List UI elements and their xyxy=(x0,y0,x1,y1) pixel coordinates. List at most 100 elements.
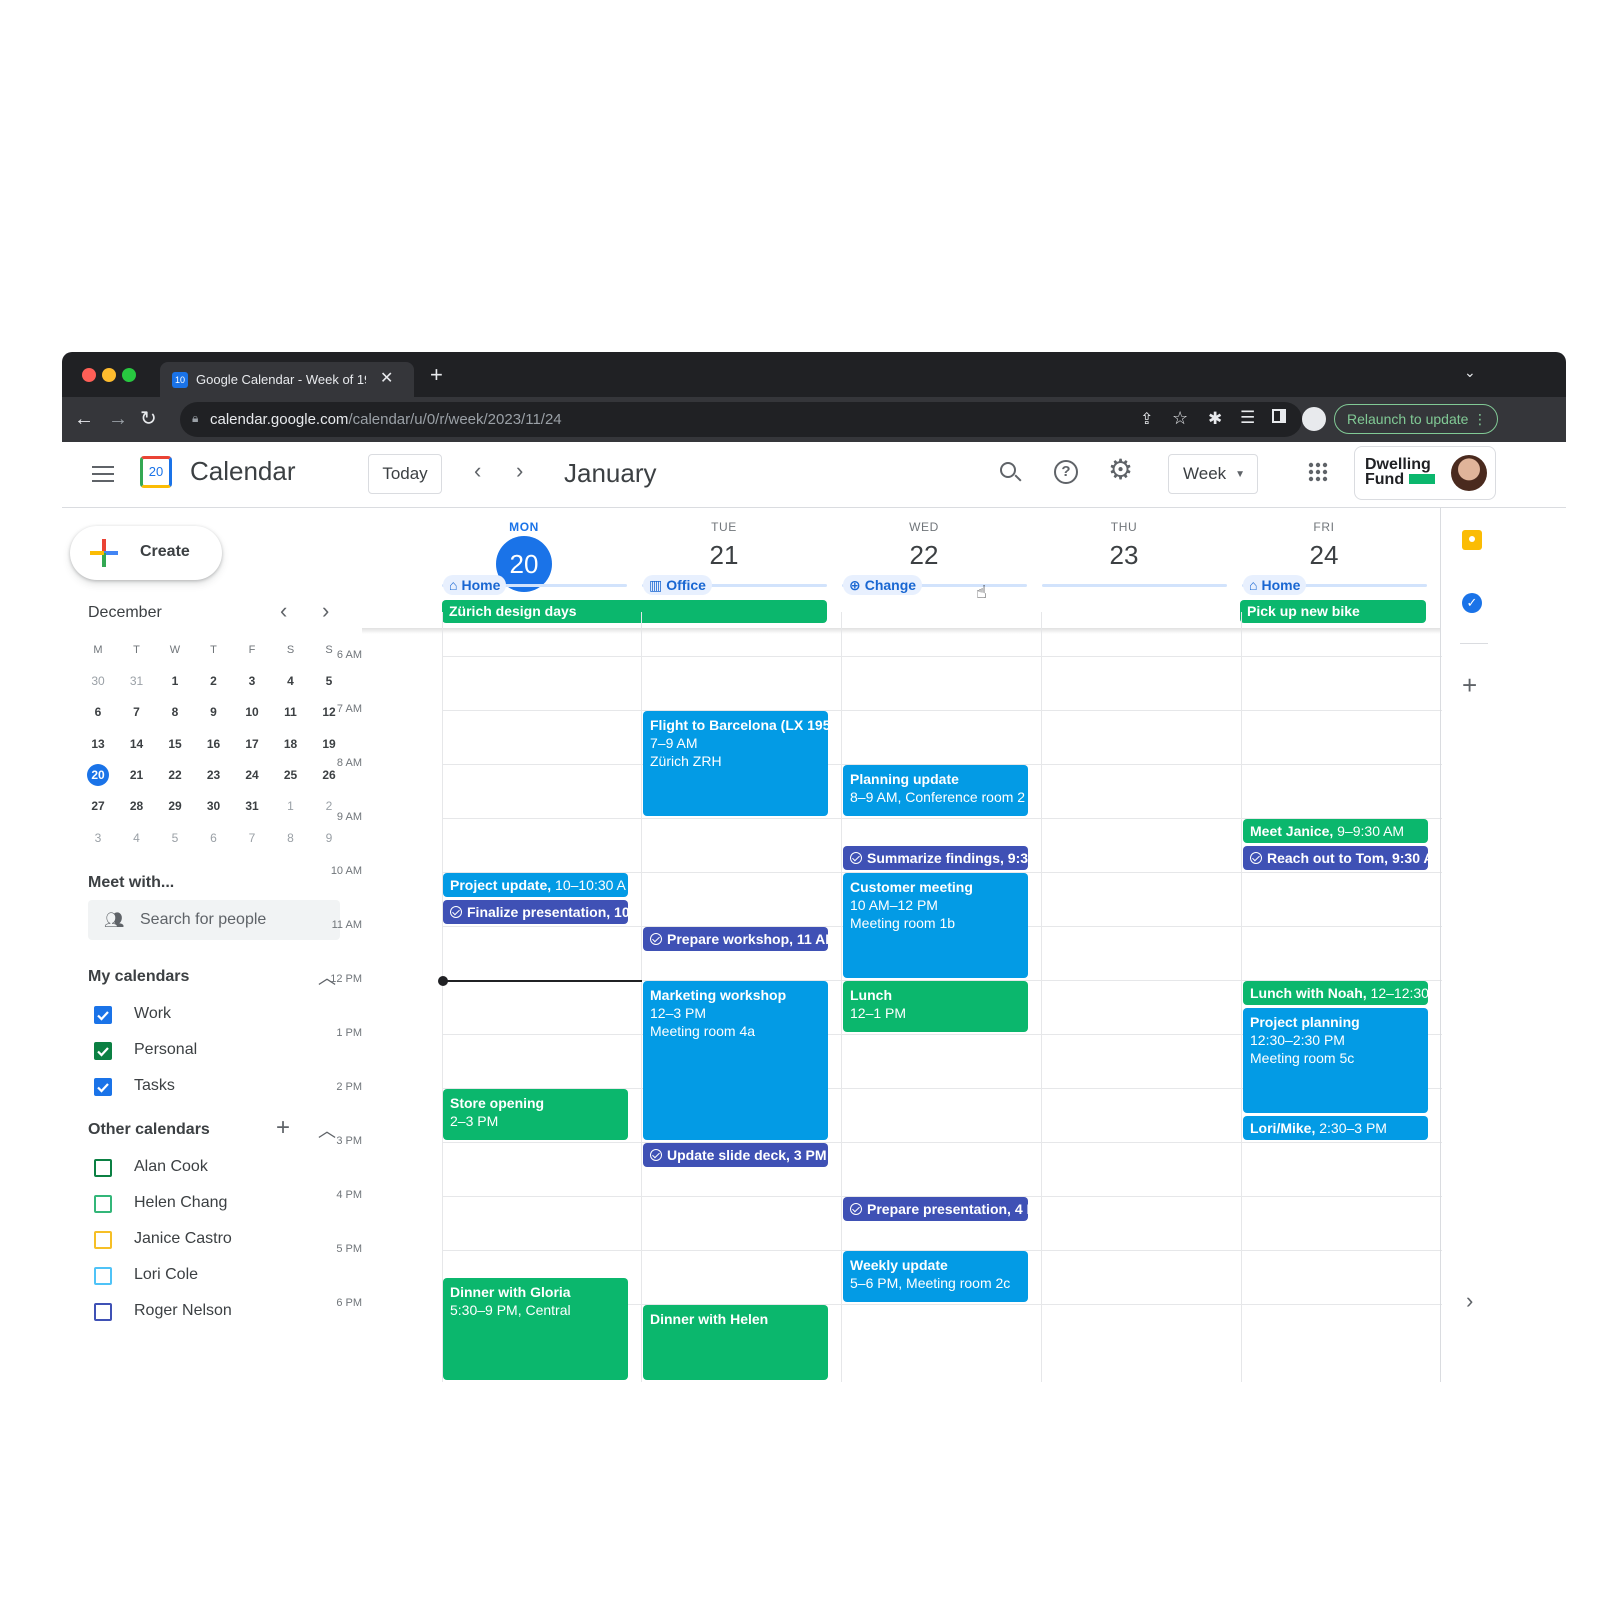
mini-cal-day[interactable]: 8 xyxy=(271,831,311,845)
mini-cal-day[interactable]: 15 xyxy=(155,737,195,751)
calendar-checkbox[interactable] xyxy=(94,1006,112,1024)
omnibox[interactable]: 🔒︎ calendar.google.com/calendar/u/0/r/we… xyxy=(180,402,1302,437)
mini-cal-day[interactable]: 19 xyxy=(309,737,349,751)
side-panel-icon[interactable] xyxy=(1272,409,1286,423)
apps-grid-icon[interactable] xyxy=(1308,462,1328,482)
new-tab-icon[interactable]: + xyxy=(430,362,443,388)
mini-cal-day[interactable]: 29 xyxy=(155,799,195,813)
working-location-chip[interactable]: ⌂ Home xyxy=(443,575,507,595)
next-week-chevron-icon[interactable]: › xyxy=(516,458,523,484)
extensions-icon[interactable]: ✱ xyxy=(1208,409,1222,429)
mini-cal-day[interactable]: 23 xyxy=(194,768,234,782)
tasks-icon[interactable]: ✓ xyxy=(1462,593,1482,613)
event-fri-noah[interactable]: Lunch with Noah, 12–12:30 xyxy=(1243,981,1428,1005)
bookmark-star-icon[interactable]: ☆ xyxy=(1172,408,1188,429)
mini-cal-day[interactable]: 2 xyxy=(194,674,234,688)
create-button[interactable]: Create xyxy=(70,526,222,580)
calendar-checkbox[interactable] xyxy=(94,1078,112,1096)
mini-cal-day[interactable]: 22 xyxy=(155,768,195,782)
mini-cal-day[interactable]: 13 xyxy=(78,737,118,751)
help-icon[interactable]: ? xyxy=(1054,460,1078,484)
mini-cal-day[interactable]: 1 xyxy=(155,674,195,688)
search-icon[interactable] xyxy=(1000,462,1022,482)
relaunch-button[interactable]: Relaunch to update ⋮ xyxy=(1334,404,1498,434)
event-tue-dinner[interactable]: Dinner with Helen xyxy=(643,1305,828,1380)
mini-cal-day[interactable]: 6 xyxy=(194,831,234,845)
today-button[interactable]: Today xyxy=(368,454,442,494)
mini-cal-day[interactable]: 5 xyxy=(155,831,195,845)
mini-cal-day[interactable]: 9 xyxy=(309,831,349,845)
calendar-checkbox[interactable] xyxy=(94,1195,112,1213)
reload-icon[interactable]: ↻ xyxy=(140,409,157,429)
expand-side-panel-icon[interactable]: › xyxy=(1466,1288,1473,1314)
browser-tab[interactable]: 10 Google Calendar - Week of 19 ✕ xyxy=(160,362,414,397)
prev-week-chevron-icon[interactable]: ‹ xyxy=(474,458,481,484)
event-mon-project-update[interactable]: Project update, 10–10:30 A xyxy=(443,873,628,897)
calendar-checkbox[interactable] xyxy=(94,1267,112,1285)
day-header-thu[interactable]: THU 23 xyxy=(1024,520,1224,571)
event-fri-tom[interactable]: Reach out to Tom, 9:30 A xyxy=(1243,846,1428,870)
close-tab-icon[interactable]: ✕ xyxy=(380,368,393,388)
day-header-tue[interactable]: TUE 21 xyxy=(624,520,824,571)
mini-cal-day[interactable]: 30 xyxy=(78,674,118,688)
event-wed-weekly[interactable]: Weekly update 5–6 PM, Meeting room 2c xyxy=(843,1251,1028,1302)
mini-cal-day[interactable]: 31 xyxy=(117,674,157,688)
back-icon[interactable]: ← xyxy=(74,409,94,429)
share-icon[interactable]: ⇪ xyxy=(1140,409,1153,429)
minimize-window-button[interactable] xyxy=(102,368,116,382)
user-avatar[interactable] xyxy=(1451,455,1487,491)
mini-cal-day[interactable]: 31 xyxy=(232,799,272,813)
working-location-chip[interactable]: ▥ Office xyxy=(643,575,712,595)
mini-cal-day[interactable]: 7 xyxy=(117,705,157,719)
mini-cal-day[interactable]: 18 xyxy=(271,737,311,751)
event-mon-store[interactable]: Store opening 2–3 PM xyxy=(443,1089,628,1140)
mini-cal-day[interactable]: 21 xyxy=(117,768,157,782)
event-wed-summarize[interactable]: Summarize findings, 9:30 xyxy=(843,846,1028,870)
mini-cal-day[interactable]: 4 xyxy=(117,831,157,845)
mini-cal-day[interactable]: 10 xyxy=(232,705,272,719)
main-menu-icon[interactable] xyxy=(92,466,114,482)
event-mon-finalize[interactable]: Finalize presentation, 10: xyxy=(443,900,628,924)
calendar-checkbox[interactable] xyxy=(94,1303,112,1321)
mini-cal-day[interactable]: 9 xyxy=(194,705,234,719)
mini-cal-day[interactable]: 16 xyxy=(194,737,234,751)
reading-list-icon[interactable]: ☰ xyxy=(1240,408,1255,428)
calendar-checkbox[interactable] xyxy=(94,1042,112,1060)
mini-cal-day[interactable]: 14 xyxy=(117,737,157,751)
mini-cal-day[interactable]: 3 xyxy=(78,831,118,845)
mini-cal-today[interactable]: 20 xyxy=(87,763,109,786)
day-header-wed[interactable]: WED 22 xyxy=(824,520,1024,571)
all-day-event[interactable]: Zürich design days xyxy=(442,600,827,623)
event-tue-flight[interactable]: Flight to Barcelona (LX 195 7–9 AM Zürich … xyxy=(643,711,828,816)
calendar-checkbox[interactable] xyxy=(94,1231,112,1249)
working-location-chip[interactable]: ⊕ Change xyxy=(843,575,923,595)
mini-cal-day[interactable]: 30 xyxy=(194,799,234,813)
event-wed-lunch[interactable]: Lunch 12–1 PM xyxy=(843,981,1028,1032)
event-wed-planning[interactable]: Planning update 8–9 AM, Conference room 2 xyxy=(843,765,1028,816)
event-fri-lori[interactable]: Lori/Mike, 2:30–3 PM xyxy=(1243,1116,1428,1140)
mini-cal-day[interactable]: 28 xyxy=(117,799,157,813)
mini-cal-day[interactable]: 6 xyxy=(78,705,118,719)
profile-avatar[interactable] xyxy=(1302,407,1326,431)
event-mon-dinner[interactable]: Dinner with Gloria 5:30–9 PM, Central xyxy=(443,1278,628,1380)
mini-cal-day[interactable]: 27 xyxy=(78,799,118,813)
keep-icon[interactable] xyxy=(1462,530,1482,550)
maximize-window-button[interactable] xyxy=(122,368,136,382)
event-wed-prepare-pres[interactable]: Prepare presentation, 4 P xyxy=(843,1197,1028,1221)
event-tue-prepare[interactable]: Prepare workshop, 11 AM xyxy=(643,927,828,951)
settings-gear-icon[interactable]: ⚙ xyxy=(1108,456,1133,484)
event-tue-update-deck[interactable]: Update slide deck, 3 PM xyxy=(643,1143,828,1167)
get-addons-plus-icon[interactable]: + xyxy=(1462,670,1477,701)
mini-cal-day[interactable]: 17 xyxy=(232,737,272,751)
account-chip[interactable]: Dwelling Fund xyxy=(1354,446,1496,500)
mini-cal-day[interactable]: 7 xyxy=(232,831,272,845)
mini-cal-next-icon[interactable]: › xyxy=(322,598,329,624)
mini-cal-day[interactable]: 24 xyxy=(232,768,272,782)
all-day-event[interactable]: Pick up new bike xyxy=(1240,600,1426,623)
mini-cal-day[interactable]: 5 xyxy=(309,674,349,688)
event-fri-janice[interactable]: Meet Janice, 9–9:30 AM xyxy=(1243,819,1428,843)
calendar-checkbox[interactable] xyxy=(94,1159,112,1177)
working-location-chip[interactable]: ⌂ Home xyxy=(1243,575,1307,595)
event-wed-customer[interactable]: Customer meeting 10 AM–12 PM Meeting room … xyxy=(843,873,1028,978)
day-header-fri[interactable]: FRI 24 xyxy=(1224,520,1424,571)
